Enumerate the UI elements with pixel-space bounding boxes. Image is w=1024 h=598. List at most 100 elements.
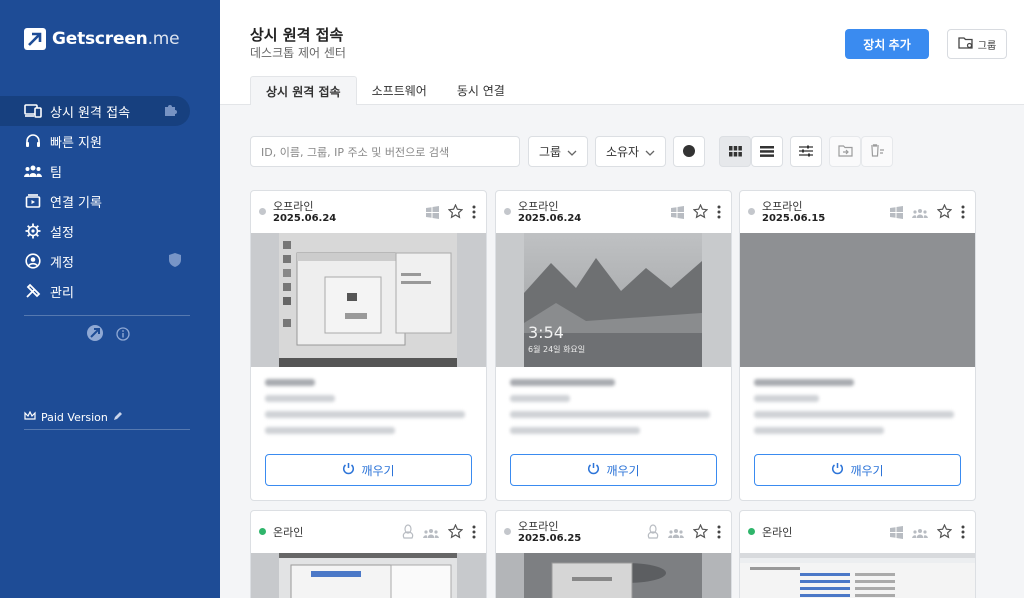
lock-screen-date: 6월 24일 화요일 <box>528 345 586 354</box>
favorite-star-icon[interactable] <box>692 203 709 223</box>
status-circle-icon <box>683 142 695 161</box>
device-details-redacted <box>754 427 884 434</box>
app-logo-icon[interactable] <box>86 324 104 346</box>
lock-screen-time: 3:54 <box>528 323 564 342</box>
group-filter-dropdown[interactable]: 그룹 <box>528 136 588 167</box>
tab-bar: 상시 원격 접속 소프트웨어 동시 연결 <box>250 76 520 105</box>
device-card[interactable]: 온라인 <box>739 510 976 598</box>
device-name-redacted <box>265 379 315 386</box>
group-button[interactable]: 그룹 <box>947 29 1007 59</box>
device-info: 깨우기 <box>496 367 731 486</box>
sidebar-divider <box>24 315 190 316</box>
device-card[interactable]: 온라인 <box>250 510 487 598</box>
page-title: 상시 원격 접속 <box>250 26 344 44</box>
logo-arrow-icon <box>24 28 46 50</box>
grid-view-button[interactable] <box>719 136 751 167</box>
more-options-icon[interactable] <box>961 524 965 543</box>
wake-button[interactable]: 깨우기 <box>510 454 717 486</box>
device-card[interactable]: 오프라인 2025.06.15 깨우기 <box>739 190 976 501</box>
owner-filter-dropdown[interactable]: 소유자 <box>595 136 666 167</box>
device-status: 오프라인 <box>273 200 314 213</box>
device-screenshot[interactable] <box>740 233 975 367</box>
device-screenshot[interactable] <box>740 553 975 598</box>
delete-button[interactable] <box>861 136 893 167</box>
folder-gear-icon <box>958 36 974 53</box>
sidebar-nav: 상시 원격 접속 빠른 지원 팀 연결 기록 설정 계정 관리 <box>0 96 220 306</box>
device-card-header: 오프라인 2025.06.25 <box>496 511 731 553</box>
group-button-label: 그룹 <box>977 40 997 52</box>
list-view-button[interactable] <box>751 136 783 167</box>
device-card-header: 온라인 <box>251 511 486 553</box>
sidebar: Getscreen.me 상시 원격 접속 빠른 지원 팀 연결 기록 설정 계… <box>0 0 220 598</box>
history-icon <box>24 192 42 210</box>
sidebar-item-always-on-access[interactable]: 상시 원격 접속 <box>0 96 190 126</box>
paid-version-label: Paid Version <box>41 411 108 424</box>
online-status-dot <box>259 528 266 535</box>
info-icon[interactable] <box>116 326 130 345</box>
tab-software[interactable]: 소프트웨어 <box>357 76 442 105</box>
favorite-star-icon[interactable] <box>936 203 953 223</box>
last-seen-date: 2025.06.24 <box>273 213 337 224</box>
power-icon <box>342 462 355 478</box>
wake-button-label: 깨우기 <box>850 463 884 478</box>
device-card[interactable]: 오프라인 2025.06.24 깨우기 <box>250 190 487 501</box>
favorite-star-icon[interactable] <box>447 523 464 543</box>
device-card[interactable]: 오프라인 2025.06.25 <box>495 510 732 598</box>
favorite-star-icon[interactable] <box>692 523 709 543</box>
sidebar-item-team[interactable]: 팀 <box>0 156 220 186</box>
view-settings-button[interactable] <box>790 136 822 167</box>
add-device-button[interactable]: 장치 추가 <box>845 29 929 59</box>
sidebar-item-account[interactable]: 계정 <box>0 246 220 276</box>
more-options-icon[interactable] <box>472 524 476 543</box>
search-input[interactable]: ID, 이름, 그룹, IP 주소 및 버전으로 검색 <box>250 136 520 167</box>
shared-team-icon <box>423 524 439 543</box>
brand-name: Getscreen.me <box>52 29 180 49</box>
sidebar-item-label: 빠른 지원 <box>50 135 102 151</box>
more-options-icon[interactable] <box>717 524 721 543</box>
device-screenshot[interactable] <box>251 553 486 598</box>
sidebar-item-settings[interactable]: 설정 <box>0 216 220 246</box>
move-to-folder-button[interactable] <box>829 136 861 167</box>
favorite-star-icon[interactable] <box>447 203 464 223</box>
device-status: 오프라인 <box>762 200 803 213</box>
wake-button[interactable]: 깨우기 <box>265 454 472 486</box>
tab-always-on-access[interactable]: 상시 원격 접속 <box>250 76 357 105</box>
favorite-star-icon[interactable] <box>936 523 953 543</box>
offline-status-dot <box>504 208 511 215</box>
sidebar-item-label: 연결 기록 <box>50 195 102 211</box>
sidebar-item-admin[interactable]: 관리 <box>0 276 220 306</box>
pencil-icon[interactable] <box>113 411 123 424</box>
toolbar: ID, 이름, 그룹, IP 주소 및 버전으로 검색 그룹 소유자 <box>250 136 1010 167</box>
tools-icon <box>24 282 42 300</box>
device-group-redacted <box>265 395 335 402</box>
linux-icon <box>647 524 659 543</box>
chevron-down-icon <box>645 145 655 159</box>
device-screenshot[interactable]: 3:54 6월 24일 화요일 <box>496 233 731 367</box>
more-options-icon[interactable] <box>717 204 721 223</box>
device-name-redacted <box>754 379 854 386</box>
windows-icon <box>890 204 903 223</box>
device-details-redacted <box>754 411 954 418</box>
sidebar-footer-icons <box>86 324 130 346</box>
puzzle-icon[interactable] <box>162 102 178 122</box>
brand-logo[interactable]: Getscreen.me <box>24 28 180 50</box>
device-screenshot[interactable] <box>251 233 486 367</box>
more-options-icon[interactable] <box>472 204 476 223</box>
chevron-down-icon <box>567 145 577 159</box>
device-card[interactable]: 오프라인 2025.06.24 3:54 6월 24일 화요일 깨우기 <box>495 190 732 501</box>
grid-icon <box>728 142 742 161</box>
online-status-dot <box>748 528 755 535</box>
device-status: 오프라인 <box>518 520 559 533</box>
device-screenshot[interactable] <box>496 553 731 598</box>
paid-version[interactable]: Paid Version <box>24 410 123 424</box>
wake-button[interactable]: 깨우기 <box>754 454 961 486</box>
status-filter-button[interactable] <box>673 136 705 167</box>
sidebar-item-quick-support[interactable]: 빠른 지원 <box>0 126 220 156</box>
more-options-icon[interactable] <box>961 204 965 223</box>
sidebar-item-connection-history[interactable]: 연결 기록 <box>0 186 220 216</box>
tab-concurrent-connections[interactable]: 동시 연결 <box>442 76 520 105</box>
windows-icon <box>426 204 439 223</box>
owner-filter-label: 소유자 <box>605 145 640 159</box>
last-seen-date: 2025.06.15 <box>762 213 826 224</box>
wake-button-label: 깨우기 <box>606 463 640 478</box>
